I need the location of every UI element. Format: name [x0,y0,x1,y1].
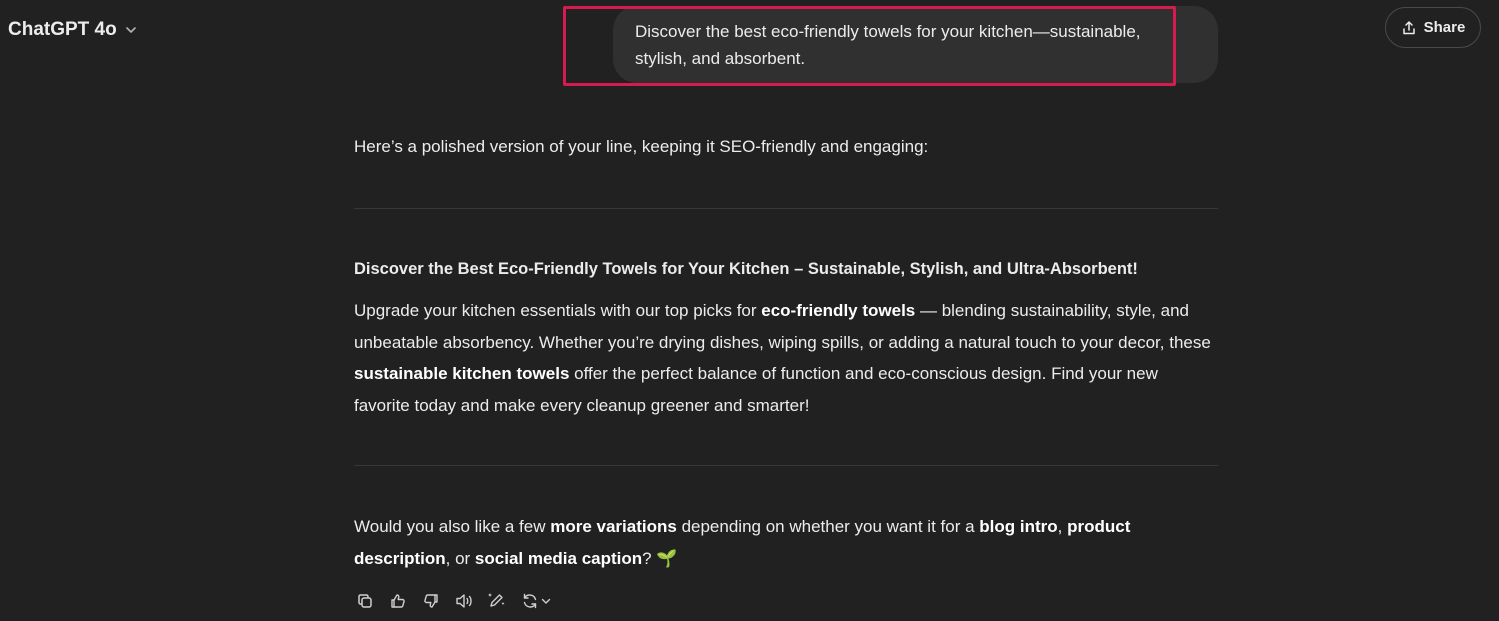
seedling-emoji: 🌱 [656,548,678,568]
follow-up-question: Would you also like a few more variation… [354,511,1218,574]
model-selector[interactable]: ChatGPT 4o [8,16,139,44]
bad-response-button[interactable] [419,589,442,612]
divider [354,465,1218,466]
response-paragraph: Upgrade your kitchen essentials with our… [354,295,1218,421]
copy-button[interactable] [353,589,376,612]
question-text: , [1057,517,1068,536]
user-message-bubble: Discover the best eco-friendly towels fo… [613,6,1218,83]
question-text: , or [445,548,475,568]
share-icon [1401,20,1417,36]
regenerate-button[interactable] [518,589,554,612]
user-message-text: Discover the best eco-friendly towels fo… [635,22,1141,68]
question-bold: more variations [550,517,677,536]
read-aloud-icon [454,592,474,610]
question-bold: social media caption [474,548,643,568]
response-heading: Discover the Best Eco-Friendly Towels fo… [354,260,1138,278]
question-bold: blog intro [979,517,1058,536]
edit-in-canvas-button[interactable] [485,589,508,612]
assistant-intro: Here’s a polished version of your line, … [354,137,929,156]
thumbs-down-icon [422,592,440,610]
thumbs-up-icon [389,592,407,610]
model-label: ChatGPT 4o [8,19,117,40]
chevron-down-icon [540,595,552,607]
paragraph-bold: eco-friendly towels [761,301,916,320]
chevron-down-icon [123,22,139,38]
chat-page: ChatGPT 4o Share Discover the best eco-f… [0,0,1499,621]
question-text: depending on whether you want it for a [676,517,980,536]
divider [354,208,1218,209]
copy-icon [356,592,374,610]
share-label: Share [1423,19,1466,36]
edit-canvas-icon [487,592,507,610]
paragraph-text: Upgrade your kitchen essentials with our… [354,301,762,320]
question-text: Would you also like a few [354,517,551,536]
good-response-button[interactable] [386,589,409,612]
paragraph-bold: sustainable kitchen towels [354,364,570,383]
question-text: ? [642,548,657,568]
regenerate-icon [521,592,539,610]
message-actions [353,589,554,612]
read-aloud-button[interactable] [452,589,475,612]
share-button[interactable]: Share [1385,7,1481,48]
